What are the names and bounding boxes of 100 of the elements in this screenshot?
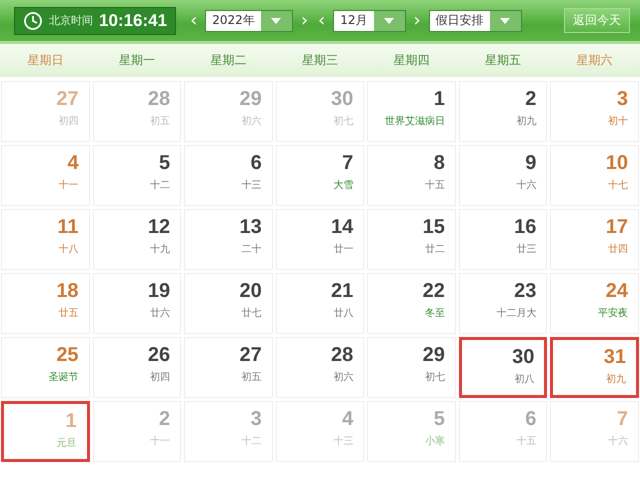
lunar-date: 廿一 <box>333 242 354 256</box>
day-cell[interactable]: 12 十九 <box>92 209 182 270</box>
weekday-label: 星期四 <box>392 52 430 69</box>
day-number: 5 <box>434 408 445 430</box>
day-cell[interactable]: 1 世界艾滋病日 <box>367 81 456 142</box>
lunar-date: 十三 <box>242 178 262 192</box>
day-cell[interactable]: 9 十六 <box>458 145 548 206</box>
day-number: 9 <box>525 152 536 174</box>
day-number: 12 <box>148 216 170 238</box>
day-number: 6 <box>250 152 262 174</box>
day-number: 14 <box>331 216 354 238</box>
day-number: 1 <box>65 410 77 432</box>
day-number: 2 <box>159 408 170 430</box>
lunar-date: 十九 <box>150 242 170 256</box>
day-number: 15 <box>422 216 445 238</box>
lunar-date: 初五 <box>150 114 170 128</box>
day-number: 27 <box>239 344 262 366</box>
lunar-date: 十二 <box>150 178 170 192</box>
day-number: 4 <box>342 408 354 430</box>
day-number: 28 <box>148 88 170 110</box>
lunar-date: 初四 <box>150 370 170 384</box>
lunar-date: 初十 <box>608 114 628 128</box>
day-number: 10 <box>606 152 628 174</box>
clock-label: 北京时间 <box>49 13 93 28</box>
lunar-date: 初五 <box>242 370 262 384</box>
caret-icon[interactable] <box>374 10 404 30</box>
day-number: 1 <box>434 88 445 110</box>
weekday-label: 星期六 <box>575 52 614 69</box>
lunar-date: 小寒 <box>424 434 445 448</box>
day-cell[interactable]: 5 十二 <box>92 145 182 206</box>
day-number: 17 <box>606 216 628 238</box>
lunar-date: 十八 <box>58 242 79 256</box>
day-number: 4 <box>67 152 79 174</box>
day-cell[interactable]: 27 初五 <box>184 337 273 398</box>
day-number: 23 <box>514 280 536 302</box>
day-cell[interactable]: 29 初七 <box>367 337 456 398</box>
day-cell[interactable]: 14 廿一 <box>276 209 364 270</box>
day-cell[interactable]: 28 初六 <box>276 337 364 398</box>
day-cell[interactable]: 6 十三 <box>184 145 273 206</box>
day-number: 31 <box>604 346 626 368</box>
day-cell[interactable]: 2 初九 <box>458 81 548 142</box>
lunar-date: 初九 <box>516 114 536 128</box>
day-cell[interactable]: 15 廿二 <box>367 209 456 270</box>
caret-icon[interactable] <box>490 10 521 30</box>
day-number: 27 <box>56 88 79 110</box>
day-number: 21 <box>331 280 354 302</box>
day-number: 25 <box>56 344 79 366</box>
lunar-date: 圣诞节 <box>48 370 79 384</box>
day-number: 18 <box>56 280 79 302</box>
day-cell[interactable]: 30 初八 <box>458 337 548 398</box>
caret-icon[interactable] <box>260 10 292 30</box>
lunar-date: 廿七 <box>242 306 262 320</box>
lunar-date: 十二月大 <box>496 306 536 320</box>
holiday-dropdown[interactable]: 假日安排 <box>428 10 522 32</box>
day-cell[interactable]: 24 平安夜 <box>550 273 639 334</box>
day-number: 3 <box>616 88 628 110</box>
lunar-date: 廿八 <box>333 306 354 320</box>
lunar-date: 十六 <box>608 434 628 448</box>
day-number: 11 <box>57 216 79 238</box>
day-number: 8 <box>434 152 445 174</box>
day-number: 29 <box>239 88 262 110</box>
day-number: 22 <box>422 280 445 302</box>
weekday-label: 星期二 <box>210 52 248 69</box>
day-number: 29 <box>422 344 445 366</box>
lunar-date: 大雪 <box>333 178 354 192</box>
day-number: 3 <box>250 408 262 430</box>
clock-time: 10:16:41 <box>99 10 168 30</box>
lunar-date: 元旦 <box>56 437 77 450</box>
day-number: 24 <box>606 280 628 302</box>
day-cell[interactable]: 7 大雪 <box>276 145 364 206</box>
lunar-date: 平安夜 <box>598 306 628 320</box>
day-cell[interactable]: 23 十二月大 <box>458 273 548 334</box>
day-number: 2 <box>525 88 536 110</box>
day-number: 30 <box>331 88 354 110</box>
day-number: 7 <box>616 408 628 430</box>
day-cell[interactable]: 22 冬至 <box>367 273 456 334</box>
day-cell[interactable]: 25 圣诞节 <box>1 337 90 398</box>
day-cell[interactable]: 13 二十 <box>184 209 273 270</box>
lunar-date: 初九 <box>606 372 626 386</box>
lunar-date: 二十 <box>242 242 262 256</box>
day-number: 26 <box>148 344 170 366</box>
day-cell[interactable]: 8 十五 <box>367 145 456 206</box>
day-number: 13 <box>239 216 262 238</box>
day-cell[interactable]: 20 廿七 <box>184 273 273 334</box>
lunar-date: 初八 <box>514 372 534 386</box>
lunar-date: 十一 <box>150 434 170 448</box>
lunar-date: 廿四 <box>608 242 628 256</box>
day-number: 30 <box>512 346 534 368</box>
day-number: 16 <box>514 216 536 238</box>
year-dropdown[interactable]: 2022年 <box>205 10 293 32</box>
day-number: 7 <box>342 152 354 174</box>
day-cell[interactable]: 21 廿八 <box>276 273 364 334</box>
day-number: 28 <box>331 344 354 366</box>
day-cell[interactable]: 19 廿六 <box>92 273 182 334</box>
lunar-date: 十七 <box>608 178 628 192</box>
lunar-date: 初六 <box>242 114 262 128</box>
month-dropdown[interactable]: 12月 <box>333 10 406 32</box>
day-cell[interactable]: 16 廿三 <box>458 209 548 270</box>
day-cell[interactable]: 26 初四 <box>92 337 182 398</box>
lunar-date: 初四 <box>58 114 79 128</box>
